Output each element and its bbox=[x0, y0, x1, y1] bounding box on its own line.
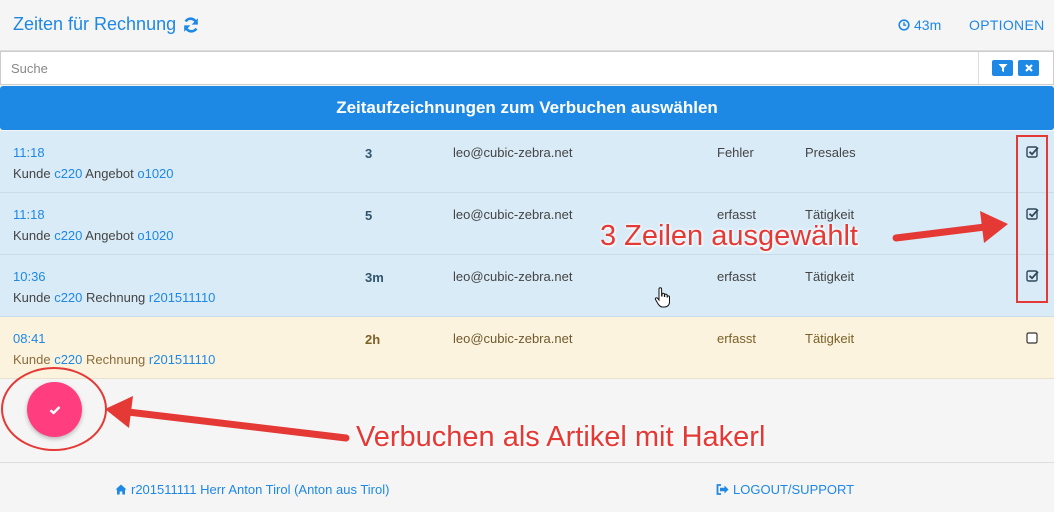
sign-out-icon bbox=[716, 484, 729, 495]
customer-link[interactable]: c220 bbox=[54, 166, 82, 181]
entry-category: Presales bbox=[805, 145, 856, 160]
timer[interactable]: 43m bbox=[898, 17, 941, 33]
selected-checkboxes-highlight bbox=[1016, 135, 1048, 303]
entry-duration: 3m bbox=[365, 270, 384, 285]
app-title: Zeiten für Rechnung bbox=[13, 14, 200, 35]
entry-description: Kunde c220 Angebot o1020 bbox=[13, 166, 174, 181]
entry-time: 11:18 bbox=[13, 145, 45, 160]
annotation-book-action: Verbuchen als Artikel mit Hakerl bbox=[356, 421, 766, 453]
refresh-icon[interactable] bbox=[182, 16, 200, 34]
filter-icon bbox=[998, 64, 1007, 73]
close-icon bbox=[1024, 64, 1033, 72]
hand-cursor-icon bbox=[654, 287, 670, 308]
search-input[interactable] bbox=[1, 52, 979, 84]
customer-link[interactable]: c220 bbox=[54, 352, 82, 367]
annotation-selected-rows: 3 Zeilen ausgewählt bbox=[600, 220, 858, 252]
customer-link[interactable]: c220 bbox=[54, 290, 82, 305]
entry-description: Kunde c220 Angebot o1020 bbox=[13, 228, 174, 243]
entry-user-email: leo@cubic-zebra.net bbox=[453, 145, 573, 160]
time-entry-row[interactable]: 11:18 Kunde c220 Angebot o1020 5 leo@cub… bbox=[0, 193, 1054, 255]
entry-time: 10:36 bbox=[13, 269, 46, 284]
current-user-link[interactable]: r201511111 Herr Anton Tirol (Anton aus T… bbox=[115, 482, 389, 497]
entry-category: Tätigkeit bbox=[805, 331, 855, 346]
current-user-text: r201511111 Herr Anton Tirol (Anton aus T… bbox=[131, 482, 390, 497]
logout-support-link[interactable]: LOGOUT/SUPPORT bbox=[716, 482, 854, 497]
entry-category: Tätigkeit bbox=[805, 269, 855, 284]
document-link[interactable]: o1020 bbox=[137, 166, 173, 181]
entry-status: Fehler bbox=[717, 145, 754, 160]
document-link[interactable]: r201511110 bbox=[149, 352, 216, 367]
entry-user-email: leo@cubic-zebra.net bbox=[453, 207, 573, 222]
home-icon bbox=[115, 484, 127, 495]
entry-time: 11:18 bbox=[13, 207, 45, 222]
entry-user-email: leo@cubic-zebra.net bbox=[453, 331, 573, 346]
app-title-text: Zeiten für Rechnung bbox=[13, 14, 177, 34]
time-entry-row[interactable]: 11:18 Kunde c220 Angebot o1020 3 leo@cub… bbox=[0, 131, 1054, 193]
page: Zeiten für Rechnung 43m OPTIONEN Suche Z… bbox=[0, 0, 1054, 512]
logout-support-text: LOGOUT/SUPPORT bbox=[733, 482, 855, 497]
top-bar: Zeiten für Rechnung 43m OPTIONEN bbox=[0, 0, 1054, 51]
entry-status: erfasst bbox=[717, 269, 757, 284]
entry-duration: 2h bbox=[365, 332, 381, 347]
clear-search-button[interactable] bbox=[1018, 60, 1039, 76]
filter-button[interactable] bbox=[992, 60, 1013, 76]
entry-duration: 5 bbox=[365, 208, 373, 223]
row-checkbox[interactable] bbox=[1026, 331, 1039, 344]
entry-description: Kunde c220 Rechnung r201511110 bbox=[13, 290, 216, 305]
customer-link[interactable]: c220 bbox=[54, 228, 82, 243]
entry-duration: 3 bbox=[365, 146, 373, 161]
book-button-highlight bbox=[1, 367, 107, 451]
timer-value: 43m bbox=[914, 17, 942, 33]
entry-user-email: leo@cubic-zebra.net bbox=[453, 269, 573, 284]
entry-time: 08:41 bbox=[13, 331, 46, 346]
time-entry-row[interactable]: 08:41 Kunde c220 Rechnung r201511110 2h … bbox=[0, 317, 1054, 379]
search-bar bbox=[0, 51, 1054, 85]
options-link[interactable]: OPTIONEN bbox=[969, 17, 1045, 33]
document-link[interactable]: o1020 bbox=[137, 228, 173, 243]
entry-description: Kunde c220 Rechnung r201511110 bbox=[13, 352, 216, 367]
entry-status: erfasst bbox=[717, 331, 757, 346]
time-entries-list: 11:18 Kunde c220 Angebot o1020 3 leo@cub… bbox=[0, 131, 1054, 379]
footer: r201511111 Herr Anton Tirol (Anton aus T… bbox=[0, 464, 1054, 512]
clock-icon bbox=[898, 19, 910, 31]
time-entry-row[interactable]: 10:36 Kunde c220 Rechnung r201511110 3m … bbox=[0, 255, 1054, 317]
selection-header: Zeitaufzeichnungen zum Verbuchen auswähl… bbox=[0, 86, 1054, 130]
document-link[interactable]: r201511110 bbox=[149, 290, 216, 305]
